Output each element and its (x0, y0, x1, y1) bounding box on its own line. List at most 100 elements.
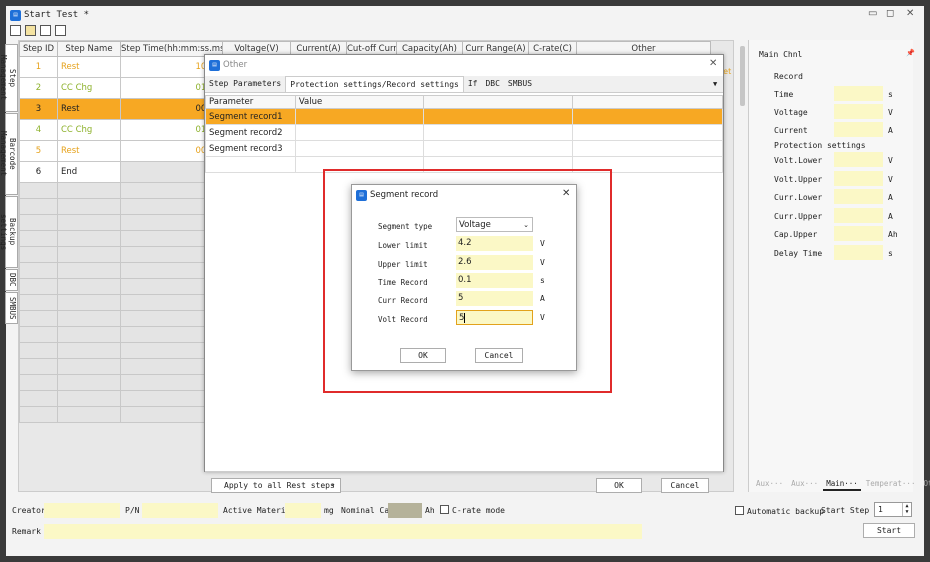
step-id-cell[interactable]: 2 (19, 77, 58, 99)
segment-type-select[interactable]: Voltage ⌄ (456, 217, 533, 232)
protection-item-input[interactable] (834, 152, 883, 167)
empty-cell[interactable] (57, 294, 121, 311)
spinner-arrows-icon[interactable]: ▲ ▼ (902, 503, 911, 516)
segment-row[interactable]: Segment record1 (205, 108, 723, 125)
step-name-cell[interactable]: CC Chg (57, 119, 121, 141)
empty-cell[interactable] (19, 262, 58, 279)
empty-cell[interactable] (19, 358, 58, 375)
segment-field-input[interactable]: 0.1 (456, 273, 533, 288)
empty-cell[interactable] (19, 182, 58, 199)
record-item-input[interactable] (834, 86, 883, 101)
empty-cell[interactable] (19, 214, 58, 231)
vtab-step-management[interactable]: Step Management (0, 44, 18, 112)
empty-cell[interactable] (19, 390, 58, 407)
segment-field-input[interactable]: 5 (456, 310, 533, 325)
empty-cell[interactable] (19, 278, 58, 295)
other-dialog-tab[interactable]: If (464, 76, 482, 92)
record-item-input[interactable] (834, 104, 883, 119)
nominal-cap-input[interactable] (388, 503, 422, 518)
segment-value-cell[interactable] (294, 124, 424, 141)
save-as-icon[interactable] (55, 25, 66, 36)
empty-cell[interactable] (19, 374, 58, 391)
step-name-cell[interactable]: End (57, 161, 121, 183)
step-id-cell[interactable]: 3 (19, 98, 58, 120)
open-folder-icon[interactable] (25, 25, 36, 36)
other-ok-button[interactable]: OK (596, 478, 642, 493)
col-header[interactable]: Step ID (19, 41, 58, 57)
segment-field-input[interactable]: 2.6 (456, 255, 533, 270)
empty-cell[interactable] (19, 310, 58, 327)
empty-cell[interactable] (57, 390, 121, 407)
empty-cell[interactable] (19, 342, 58, 359)
empty-cell[interactable] (19, 198, 58, 215)
empty-cell[interactable] (57, 406, 121, 423)
empty-cell[interactable] (57, 278, 121, 295)
step-name-cell[interactable]: Rest (57, 56, 121, 78)
segment-param-cell[interactable]: Segment record3 (205, 140, 296, 157)
step-id-cell[interactable]: 5 (19, 140, 58, 162)
empty-cell[interactable] (57, 326, 121, 343)
empty-cell[interactable] (19, 294, 58, 311)
automatic-backup-checkbox[interactable] (735, 506, 744, 515)
empty-cell[interactable] (19, 230, 58, 247)
other-cancel-button[interactable]: Cancel (661, 478, 709, 493)
vtab-backup-settings[interactable]: Backup settings (0, 196, 18, 268)
empty-cell[interactable] (19, 246, 58, 263)
segment-value-cell[interactable] (294, 140, 424, 157)
empty-cell[interactable] (57, 358, 121, 375)
segment-field-input[interactable]: 5 (456, 291, 533, 306)
crate-mode-checkbox[interactable] (440, 505, 449, 514)
vtab-smbus[interactable]: SMBUS (5, 292, 18, 324)
empty-cell[interactable] (57, 214, 121, 231)
minimize-icon[interactable]: ▭ (868, 8, 877, 19)
other-dialog-close-icon[interactable]: ✕ (709, 58, 717, 69)
step-id-cell[interactable]: 6 (19, 161, 58, 183)
protection-item-input[interactable] (834, 226, 883, 241)
protection-item-input[interactable] (834, 170, 883, 186)
segment-dialog-close-icon[interactable]: ✕ (562, 188, 570, 199)
vtab-barcode-management[interactable]: Barcode Management (0, 113, 18, 195)
col-header[interactable]: Step Name (57, 41, 121, 57)
right-pane-tab[interactable]: Other (920, 478, 930, 491)
protection-item-input[interactable] (834, 207, 883, 223)
empty-cell[interactable] (57, 230, 121, 247)
empty-cell[interactable] (19, 406, 58, 423)
other-dialog-tab[interactable]: DBC (481, 76, 503, 92)
right-pane-tab[interactable]: Main··· (823, 478, 861, 491)
empty-cell[interactable] (57, 246, 121, 263)
segment-field-input[interactable]: 4.2 (456, 236, 533, 251)
other-dialog-tab[interactable]: Step Parameters (205, 76, 285, 92)
pin-icon[interactable]: 📌 (906, 49, 915, 57)
start-step-id-spinner[interactable]: 1 ▲ ▼ (874, 502, 912, 517)
start-button[interactable]: Start (863, 523, 915, 538)
active-material-input[interactable] (285, 503, 321, 518)
empty-cell[interactable] (57, 262, 121, 279)
protection-item-input[interactable] (834, 189, 883, 204)
empty-cell[interactable] (57, 374, 121, 391)
segment-param-cell[interactable]: Segment record1 (205, 108, 296, 125)
empty-cell[interactable] (57, 342, 121, 359)
empty-cell[interactable] (57, 198, 121, 215)
table-scrollbar[interactable] (740, 46, 745, 106)
tab-overflow-dropdown-icon[interactable]: ▼ (713, 80, 717, 88)
creator-input[interactable] (44, 503, 120, 518)
restore-icon[interactable]: ◻ (886, 8, 894, 19)
new-file-icon[interactable] (10, 25, 21, 36)
segment-ok-button[interactable]: OK (400, 348, 446, 363)
protection-item-input[interactable] (834, 244, 883, 260)
segment-param-cell[interactable]: Segment record2 (205, 124, 296, 141)
remark-input[interactable] (44, 524, 642, 539)
step-name-cell[interactable]: CC Chg (57, 77, 121, 99)
save-icon[interactable] (40, 25, 51, 36)
other-dialog-tab[interactable]: SMBUS (504, 76, 536, 92)
empty-cell[interactable] (57, 310, 121, 327)
empty-cell[interactable] (19, 326, 58, 343)
segment-row[interactable]: Segment record3 (205, 140, 723, 157)
right-pane-tab[interactable]: Aux··· (753, 478, 786, 491)
segment-cancel-button[interactable]: Cancel (475, 348, 523, 363)
apply-to-all-rest-steps-dropdown[interactable]: Apply to all Rest steps ▾ (211, 478, 341, 493)
pn-input[interactable] (142, 503, 218, 518)
record-item-input[interactable] (834, 122, 883, 137)
right-pane-tab[interactable]: Temperat··· (863, 478, 919, 491)
empty-cell[interactable] (57, 182, 121, 199)
